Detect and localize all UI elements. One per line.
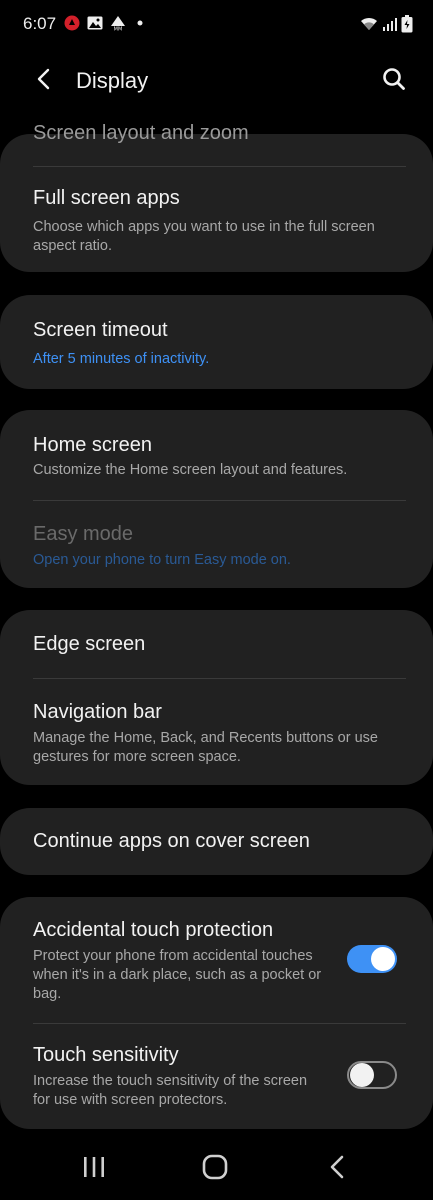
setting-subtitle: Manage the Home, Back, and Recents butto… bbox=[33, 730, 378, 765]
status-time: 6:07 bbox=[23, 14, 57, 33]
setting-subtitle: Protect your phone from accidental touch… bbox=[33, 948, 322, 1002]
back-arrow-icon bbox=[36, 68, 50, 95]
settings-card-timeout: Screen timeout After 5 minutes of inacti… bbox=[0, 295, 433, 389]
setting-subtitle: Customize the Home screen layout and fea… bbox=[33, 462, 348, 478]
settings-list: Screen layout and zoom Full screen apps … bbox=[0, 112, 433, 1140]
setting-title: Home screen bbox=[33, 434, 152, 456]
notification-app-icon bbox=[64, 15, 80, 36]
setting-screen-timeout[interactable]: Screen timeout After 5 minutes of inacti… bbox=[0, 295, 433, 389]
system-nav-bar bbox=[0, 1140, 433, 1200]
setting-navigation-bar[interactable]: Navigation bar Manage the Home, Back, an… bbox=[0, 679, 433, 785]
setting-touch-sensitivity[interactable]: Touch sensitivity Increase the touch sen… bbox=[0, 1024, 433, 1129]
toggle-knob bbox=[371, 947, 395, 971]
nav-back-button[interactable] bbox=[317, 1154, 357, 1184]
setting-continue-apps-on-cover-screen[interactable]: Continue apps on cover screen bbox=[0, 808, 433, 875]
setting-subtitle: Open your phone to turn Easy mode on. bbox=[33, 552, 291, 568]
battery-icon bbox=[401, 15, 413, 38]
search-icon bbox=[382, 67, 406, 96]
settings-card-touch: Accidental touch protection Protect your… bbox=[0, 897, 433, 1129]
setting-title: Navigation bar bbox=[33, 701, 162, 723]
settings-card-edge-nav: Edge screen Navigation bar Manage the Ho… bbox=[0, 610, 433, 785]
setting-value: After 5 minutes of inactivity. bbox=[33, 351, 210, 367]
setting-title: Full screen apps bbox=[33, 187, 180, 209]
signal-icon bbox=[383, 16, 397, 37]
back-icon bbox=[329, 1155, 345, 1184]
setting-title: Screen timeout bbox=[33, 319, 168, 341]
setting-subtitle: Increase the touch sensitivity of the sc… bbox=[33, 1073, 308, 1108]
setting-title: Accidental touch protection bbox=[33, 919, 274, 941]
svg-text:MM: MM bbox=[114, 27, 123, 32]
wifi-icon bbox=[359, 16, 379, 37]
settings-card-cover: Continue apps on cover screen bbox=[0, 808, 433, 875]
setting-home-screen[interactable]: Home screen Customize the Home screen la… bbox=[0, 410, 433, 500]
status-system-icons bbox=[359, 15, 413, 38]
touch-sensitivity-toggle[interactable] bbox=[347, 1061, 397, 1089]
setting-subtitle: Choose which apps you want to use in the… bbox=[33, 219, 375, 254]
setting-title: Screen layout and zoom bbox=[33, 122, 249, 144]
dot-icon bbox=[133, 16, 147, 35]
setting-title: Easy mode bbox=[33, 523, 134, 545]
setting-title: Edge screen bbox=[33, 633, 146, 655]
image-icon bbox=[87, 16, 103, 35]
status-bar: 6:07 MM bbox=[0, 0, 433, 52]
accidental-touch-toggle[interactable] bbox=[347, 945, 397, 973]
setting-screen-layout-and-zoom[interactable]: Screen layout and zoom bbox=[0, 112, 433, 166]
setting-edge-screen[interactable]: Edge screen bbox=[0, 610, 433, 678]
back-button[interactable] bbox=[26, 64, 60, 98]
page-title: Display bbox=[76, 68, 149, 93]
setting-title: Continue apps on cover screen bbox=[33, 830, 310, 852]
recents-button[interactable] bbox=[74, 1154, 114, 1184]
setting-accidental-touch-protection[interactable]: Accidental touch protection Protect your… bbox=[0, 897, 433, 1023]
app-header: Display bbox=[0, 52, 433, 112]
recents-icon bbox=[82, 1156, 106, 1183]
settings-card-home: Home screen Customize the Home screen la… bbox=[0, 410, 433, 588]
home-icon bbox=[202, 1154, 228, 1185]
setting-title: Touch sensitivity bbox=[33, 1044, 179, 1066]
toggle-knob bbox=[350, 1063, 374, 1087]
search-button[interactable] bbox=[377, 64, 411, 98]
mm-app-icon: MM bbox=[110, 15, 126, 36]
home-button[interactable] bbox=[195, 1154, 235, 1184]
settings-card-screen: Screen layout and zoom Full screen apps … bbox=[0, 122, 433, 272]
setting-full-screen-apps[interactable]: Full screen apps Choose which apps you w… bbox=[0, 167, 433, 272]
setting-easy-mode: Easy mode Open your phone to turn Easy m… bbox=[0, 501, 433, 588]
status-notification-icons: MM bbox=[64, 15, 147, 36]
